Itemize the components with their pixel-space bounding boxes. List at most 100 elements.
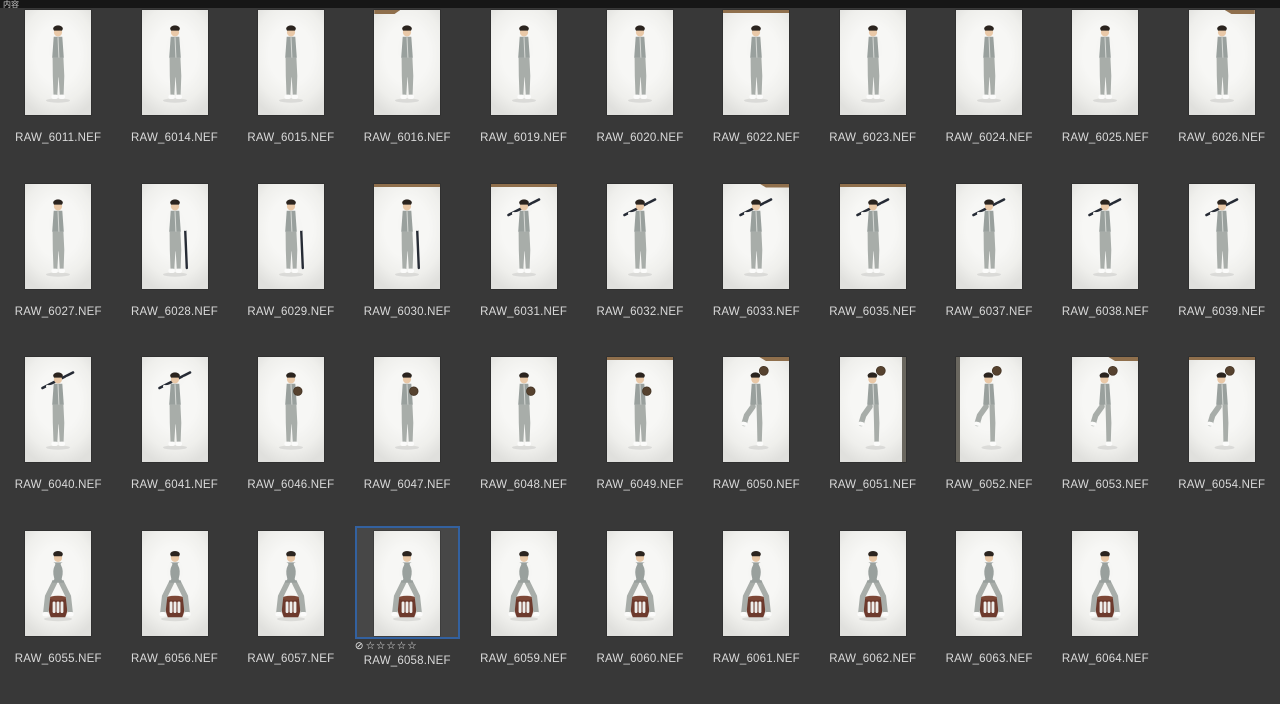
photo-thumbnail[interactable] <box>840 531 906 636</box>
photo-thumbnail[interactable] <box>25 184 91 289</box>
photo-thumbnail[interactable] <box>607 10 673 115</box>
filename-label: RAW_6056.NEF <box>131 652 218 666</box>
photo-thumbnail[interactable] <box>1072 357 1138 462</box>
photo-thumbnail[interactable] <box>840 10 906 115</box>
thumbnail-cell[interactable]: ⊘☆☆☆☆☆ RAW_6033.NEF <box>698 184 814 358</box>
thumbnail-cell[interactable]: ⊘☆☆☆☆☆ RAW_6011.NEF <box>0 10 116 184</box>
thumbnail-cell[interactable]: ⊘☆☆☆☆☆ RAW_6047.NEF <box>349 357 465 531</box>
thumbnail-cell[interactable]: ⊘☆☆☆☆☆ RAW_6032.NEF <box>582 184 698 358</box>
person-figure-bat-shoulder <box>142 357 208 462</box>
photo-thumbnail[interactable] <box>25 357 91 462</box>
thumbnail-cell[interactable]: ⊘☆☆☆☆☆ RAW_6041.NEF <box>116 357 232 531</box>
photo-thumbnail[interactable] <box>142 357 208 462</box>
photo-thumbnail[interactable] <box>723 531 789 636</box>
photo-thumbnail[interactable] <box>956 10 1022 115</box>
photo-thumbnail[interactable] <box>374 357 440 462</box>
photo-thumbnail[interactable] <box>956 531 1022 636</box>
photo-thumbnail[interactable] <box>142 10 208 115</box>
photo-thumbnail[interactable] <box>1072 531 1138 636</box>
photo-thumbnail[interactable] <box>25 10 91 115</box>
photo-thumbnail[interactable] <box>258 357 324 462</box>
thumbnail-cell[interactable]: ⊘☆☆☆☆☆ RAW_6063.NEF <box>931 531 1047 704</box>
selection-frame <box>607 184 673 289</box>
thumbnail-cell[interactable]: ⊘☆☆☆☆☆ RAW_6064.NEF <box>1047 531 1163 704</box>
photo-thumbnail[interactable] <box>956 184 1022 289</box>
thumbnail-cell[interactable]: ⊘☆☆☆☆☆ RAW_6025.NEF <box>1047 10 1163 184</box>
photo-thumbnail[interactable] <box>491 184 557 289</box>
photo-thumbnail[interactable] <box>258 184 324 289</box>
thumbnail-cell[interactable]: ⊘☆☆☆☆☆ RAW_6028.NEF <box>116 184 232 358</box>
thumbnail-cell[interactable]: ⊘☆☆☆☆☆ RAW_6057.NEF <box>233 531 349 704</box>
photo-thumbnail[interactable] <box>258 10 324 115</box>
thumbnail-cell[interactable]: ⊘☆☆☆☆☆ RAW_6031.NEF <box>465 184 581 358</box>
photo-thumbnail[interactable] <box>607 357 673 462</box>
thumbnail-cell[interactable]: ⊘☆☆☆☆☆ RAW_6039.NEF <box>1164 184 1280 358</box>
photo-thumbnail[interactable] <box>374 10 440 115</box>
filename-label: RAW_6037.NEF <box>946 305 1033 319</box>
thumbnail-cell[interactable]: ⊘☆☆☆☆☆ RAW_6051.NEF <box>815 357 931 531</box>
thumbnail-cell[interactable]: ⊘☆☆☆☆☆ RAW_6020.NEF <box>582 10 698 184</box>
photo-thumbnail[interactable] <box>840 357 906 462</box>
star-rating-icons[interactable]: ☆☆☆☆☆ <box>366 640 418 652</box>
photo-thumbnail[interactable] <box>1072 184 1138 289</box>
thumbnail-cell[interactable]: ⊘☆☆☆☆☆ RAW_6035.NEF <box>815 184 931 358</box>
thumbnail-cell[interactable]: ⊘☆☆☆☆☆ RAW_6027.NEF <box>0 184 116 358</box>
thumbnail-cell[interactable]: ⊘☆☆☆☆☆ RAW_6040.NEF <box>0 357 116 531</box>
thumbnail-cell[interactable]: ⊘☆☆☆☆☆ RAW_6058.NEF <box>349 531 465 704</box>
thumbnail-cell[interactable]: ⊘☆☆☆☆☆ RAW_6014.NEF <box>116 10 232 184</box>
thumbnail-cell[interactable]: ⊘☆☆☆☆☆ RAW_6053.NEF <box>1047 357 1163 531</box>
thumbnail-cell[interactable]: ⊘☆☆☆☆☆ RAW_6015.NEF <box>233 10 349 184</box>
thumbnail-cell[interactable]: ⊘☆☆☆☆☆ RAW_6037.NEF <box>931 184 1047 358</box>
photo-thumbnail[interactable] <box>1189 10 1255 115</box>
photo-thumbnail[interactable] <box>142 531 208 636</box>
thumbnail-cell[interactable]: ⊘☆☆☆☆☆ RAW_6024.NEF <box>931 10 1047 184</box>
thumbnail-cell[interactable]: ⊘☆☆☆☆☆ RAW_6059.NEF <box>465 531 581 704</box>
thumbnail-cell[interactable]: ⊘☆☆☆☆☆ RAW_6046.NEF <box>233 357 349 531</box>
filename-label: RAW_6063.NEF <box>946 652 1033 666</box>
photo-thumbnail[interactable] <box>491 10 557 115</box>
photo-thumbnail[interactable] <box>142 184 208 289</box>
photo-thumbnail[interactable] <box>1072 10 1138 115</box>
thumbnail-cell[interactable]: ⊘☆☆☆☆☆ RAW_6016.NEF <box>349 10 465 184</box>
thumbnail-cell[interactable]: ⊘☆☆☆☆☆ RAW_6048.NEF <box>465 357 581 531</box>
reject-icon[interactable]: ⊘ <box>355 640 365 652</box>
thumbnail-cell[interactable]: ⊘☆☆☆☆☆ RAW_6029.NEF <box>233 184 349 358</box>
rating-row[interactable]: ⊘☆☆☆☆☆ <box>355 641 460 652</box>
thumbnail-cell[interactable]: ⊘☆☆☆☆☆ RAW_6026.NEF <box>1164 10 1280 184</box>
photo-thumbnail[interactable] <box>723 184 789 289</box>
person-figure-stand <box>25 10 91 115</box>
photo-thumbnail[interactable] <box>607 184 673 289</box>
photo-thumbnail[interactable] <box>723 10 789 115</box>
photo-thumbnail[interactable] <box>491 531 557 636</box>
thumbnail-cell[interactable]: ⊘☆☆☆☆☆ RAW_6061.NEF <box>698 531 814 704</box>
photo-thumbnail[interactable] <box>1189 357 1255 462</box>
filename-label: RAW_6023.NEF <box>829 131 916 145</box>
person-figure-bat-shoulder <box>840 184 906 289</box>
photo-thumbnail[interactable] <box>723 357 789 462</box>
photo-thumbnail[interactable] <box>374 531 440 636</box>
photo-thumbnail[interactable] <box>956 357 1022 462</box>
photo-thumbnail[interactable] <box>491 357 557 462</box>
photo-thumbnail[interactable] <box>607 531 673 636</box>
filename-label: RAW_6064.NEF <box>1062 652 1149 666</box>
photo-thumbnail[interactable] <box>25 531 91 636</box>
photo-thumbnail[interactable] <box>840 184 906 289</box>
thumbnail-cell[interactable]: ⊘☆☆☆☆☆ RAW_6023.NEF <box>815 10 931 184</box>
thumbnail-cell[interactable]: ⊘☆☆☆☆☆ RAW_6056.NEF <box>116 531 232 704</box>
person-figure-stool <box>956 531 1022 636</box>
thumbnail-cell[interactable]: ⊘☆☆☆☆☆ RAW_6054.NEF <box>1164 357 1280 531</box>
thumbnail-cell[interactable]: ⊘☆☆☆☆☆ RAW_6052.NEF <box>931 357 1047 531</box>
photo-thumbnail[interactable] <box>1189 184 1255 289</box>
thumbnail-cell[interactable]: ⊘☆☆☆☆☆ RAW_6038.NEF <box>1047 184 1163 358</box>
thumbnail-cell[interactable]: ⊘☆☆☆☆☆ RAW_6050.NEF <box>698 357 814 531</box>
person-figure-glove <box>491 357 557 462</box>
photo-thumbnail[interactable] <box>258 531 324 636</box>
thumbnail-cell[interactable]: ⊘☆☆☆☆☆ RAW_6062.NEF <box>815 531 931 704</box>
thumbnail-cell[interactable]: ⊘☆☆☆☆☆ RAW_6060.NEF <box>582 531 698 704</box>
thumbnail-cell[interactable]: ⊘☆☆☆☆☆ RAW_6022.NEF <box>698 10 814 184</box>
thumbnail-cell[interactable]: ⊘☆☆☆☆☆ RAW_6019.NEF <box>465 10 581 184</box>
photo-thumbnail[interactable] <box>374 184 440 289</box>
thumbnail-cell[interactable]: ⊘☆☆☆☆☆ RAW_6030.NEF <box>349 184 465 358</box>
thumbnail-cell[interactable]: ⊘☆☆☆☆☆ RAW_6049.NEF <box>582 357 698 531</box>
thumbnail-cell[interactable]: ⊘☆☆☆☆☆ RAW_6055.NEF <box>0 531 116 704</box>
